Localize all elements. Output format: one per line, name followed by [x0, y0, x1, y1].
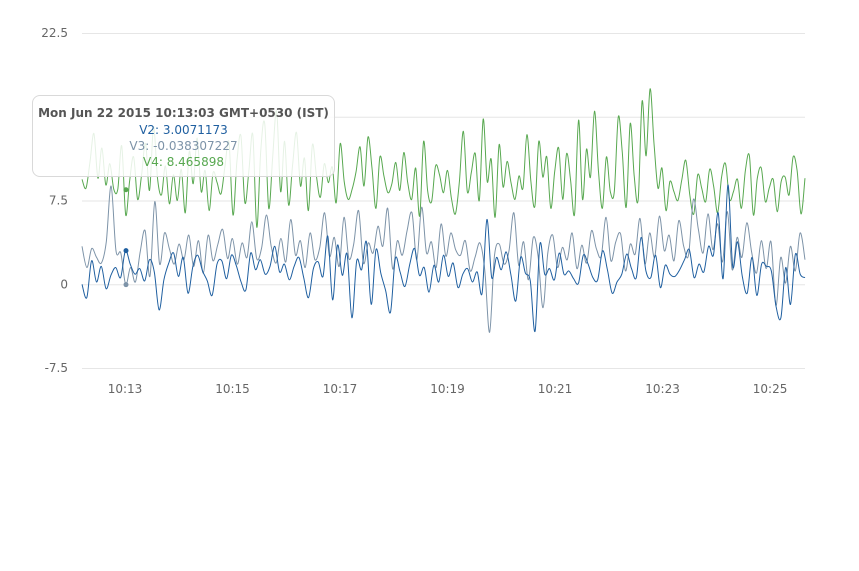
grid — [82, 33, 805, 369]
x-tick-label: 10:17 — [323, 382, 358, 396]
x-tick-label: 10:25 — [753, 382, 788, 396]
tooltip-title: Mon Jun 22 2015 10:13:03 GMT+0530 (IST) — [38, 106, 329, 120]
y-axis: -7.5 0 7.5 22.5 — [41, 26, 68, 375]
series-line-v3 — [81, 185, 806, 333]
x-tick-label: 10:21 — [538, 382, 573, 396]
hover-point-v4 — [123, 187, 129, 193]
hover-point-v2 — [123, 248, 129, 254]
series-line-v2 — [81, 184, 806, 332]
chart-tooltip: Mon Jun 22 2015 10:13:03 GMT+0530 (IST) … — [32, 95, 335, 177]
y-tick-label: 22.5 — [41, 26, 68, 40]
tooltip-row-v4: V4: 8.465898 — [143, 155, 224, 169]
hover-point-v3 — [123, 282, 129, 288]
tooltip-row-v2: V2: 3.0071173 — [139, 123, 228, 137]
x-tick-label: 10:23 — [645, 382, 680, 396]
x-axis: 10:13 10:15 10:17 10:19 10:21 10:23 10:25 — [108, 382, 788, 396]
x-tick-label: 10:15 — [215, 382, 250, 396]
chart-container: -7.5 0 7.5 22.5 10:13 10:15 10:17 10:19 10:21 10… — [0, 0, 859, 571]
x-tick-label: 10:19 — [430, 382, 465, 396]
y-tick-label: 7.5 — [49, 194, 68, 208]
x-tick-label: 10:13 — [108, 382, 143, 396]
y-tick-label: -7.5 — [45, 361, 68, 375]
tooltip-row-v3: V3: -0.038307227 — [129, 139, 238, 153]
y-tick-label: 0 — [60, 277, 68, 291]
line-chart: -7.507.522.5 10:13 10:15 10:17 10:19 10:21 10… — [41, 26, 806, 396]
